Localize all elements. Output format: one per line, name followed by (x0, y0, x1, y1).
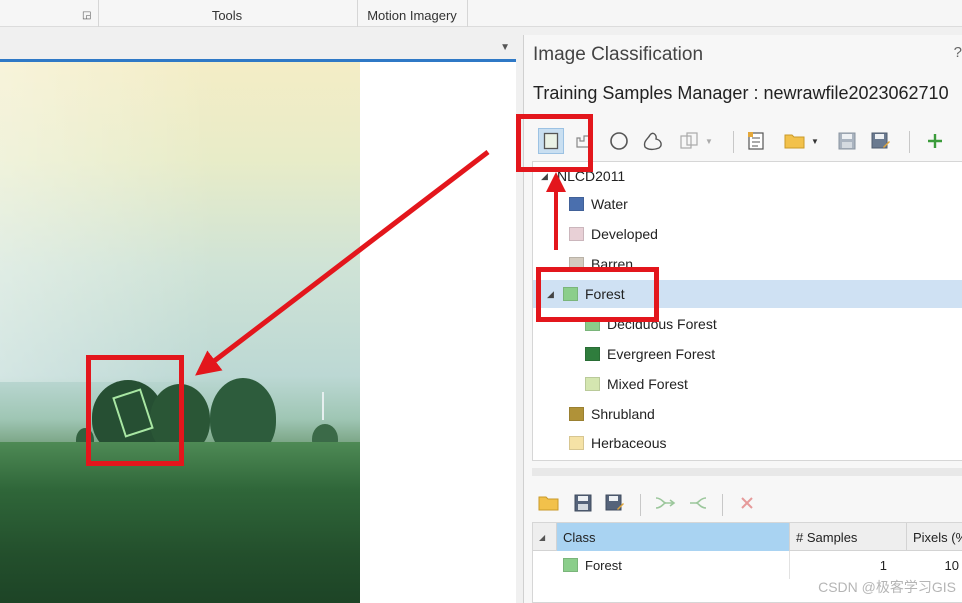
dialog-launcher-icon[interactable]: ◲ (82, 10, 91, 21)
crop-field (0, 442, 360, 603)
samples-toolbar (532, 490, 962, 520)
save-icon[interactable] (570, 490, 596, 516)
folder-dropdown-icon[interactable]: ▼ (808, 128, 822, 154)
ribbon-separator (467, 0, 468, 27)
select-segment-icon[interactable] (676, 128, 702, 154)
tree-item-developed[interactable]: Developed (569, 220, 658, 248)
collapse-icon[interactable]: ◢ (541, 171, 549, 182)
column-header-pixels[interactable]: Pixels (%) (907, 523, 962, 551)
schema-icon[interactable] (743, 128, 769, 154)
tree-item-label: Herbaceous (591, 435, 667, 451)
split-icon[interactable] (684, 490, 710, 516)
save-as-icon[interactable] (868, 128, 894, 154)
cell-class-label: Forest (585, 557, 622, 573)
tree-item-label: Mixed Forest (607, 376, 688, 392)
watermark: CSDN @极客学习GIS (818, 579, 956, 595)
select-all-icon[interactable]: ◢ (533, 523, 557, 551)
add-icon[interactable] (922, 128, 948, 154)
circle-icon[interactable] (606, 128, 632, 154)
toolbar-separator (722, 494, 723, 516)
cell-class: Forest (557, 551, 790, 579)
toolbar-separator (640, 494, 641, 516)
table-header: ◢ Class # Samples Pixels (%) (533, 523, 962, 551)
help-icon[interactable]: ? (954, 44, 962, 61)
cell-pixels: 10 (944, 557, 959, 573)
folder-open-icon[interactable] (782, 128, 808, 154)
panel-splitter[interactable] (532, 468, 962, 476)
tree-item-label: Shrubland (591, 406, 655, 422)
class-color-swatch (569, 197, 584, 211)
class-color-swatch (569, 407, 584, 421)
table-row[interactable]: Forest 1 10 (533, 551, 962, 579)
annotation-box-forest-class (536, 267, 659, 322)
class-color-swatch (563, 558, 578, 572)
class-color-swatch (569, 227, 584, 241)
pane-subtitle: Training Samples Manager : newrawfile202… (533, 83, 949, 103)
polygon-icon[interactable] (640, 128, 666, 154)
merge-icon[interactable] (652, 490, 678, 516)
save-as-icon[interactable] (602, 490, 628, 516)
chevron-down-icon[interactable]: ▼ (500, 42, 510, 53)
tree-item-herbaceous[interactable]: Herbaceous (569, 429, 667, 457)
map-view[interactable] (0, 62, 516, 603)
column-header-samples[interactable]: # Samples (790, 523, 907, 551)
save-icon[interactable] (834, 128, 860, 154)
tree-item-mixed-forest[interactable]: Mixed Forest (585, 370, 688, 398)
wind-turbine (322, 392, 324, 420)
sky-haze (0, 62, 360, 382)
ribbon-group-tools: Tools (211, 8, 243, 23)
tree-item-label: Evergreen Forest (607, 346, 716, 362)
toolbar-separator (909, 131, 910, 153)
class-color-swatch (585, 377, 600, 391)
pane-title: Image Classification (533, 44, 704, 65)
class-color-swatch (585, 347, 600, 361)
imagery-layer[interactable] (0, 62, 360, 603)
class-color-swatch (569, 436, 584, 450)
column-header-class[interactable]: Class (557, 523, 790, 551)
annotation-box-rectangle-tool (516, 114, 593, 172)
tree-item-label: Developed (591, 226, 658, 242)
toolbar-separator (733, 131, 734, 153)
ribbon-group-motion-imagery: Motion Imagery (367, 8, 457, 23)
tree-item-shrubland[interactable]: Shrubland (569, 400, 655, 428)
tree-item-evergreen-forest[interactable]: Evergreen Forest (585, 340, 715, 368)
tree-item-water[interactable]: Water (569, 190, 628, 218)
dropdown-icon[interactable]: ▼ (702, 128, 716, 154)
delete-icon[interactable] (734, 490, 760, 516)
tree-item-label: Water (591, 196, 628, 212)
annotation-box-sample (86, 355, 184, 466)
cell-samples: 1 (879, 557, 887, 573)
ribbon: ◲ Tools Motion Imagery (0, 0, 962, 27)
folder-open-icon[interactable] (536, 490, 562, 516)
map-tab-bar: ▼ (0, 28, 516, 58)
